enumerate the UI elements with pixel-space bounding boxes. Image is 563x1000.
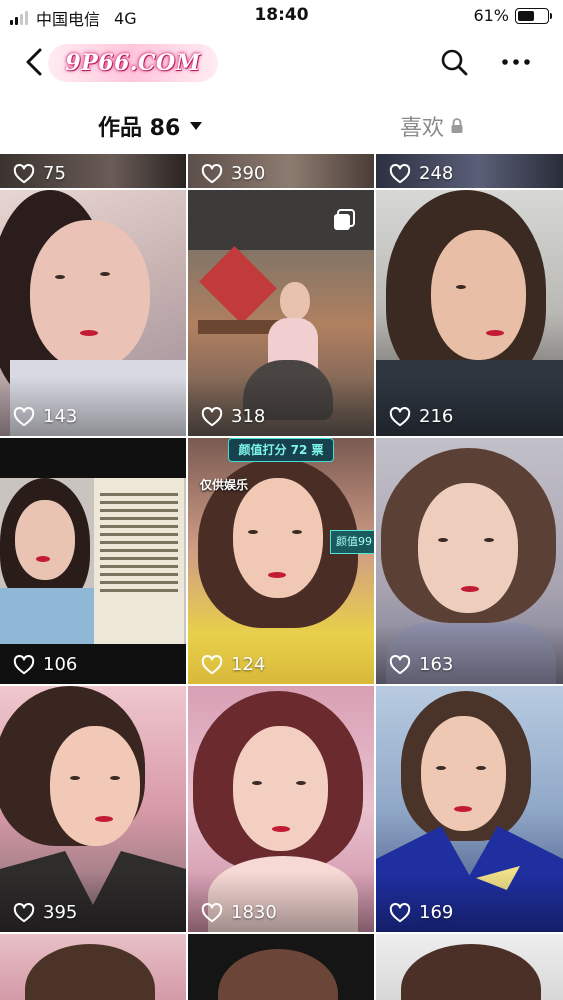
chevron-left-icon [26, 48, 42, 76]
tab-works-label: 作品 86 [98, 116, 181, 141]
status-bar: 中国电信 4G 18:40 61% [0, 0, 563, 32]
like-count: 395 [43, 902, 78, 923]
like-count: 1830 [231, 902, 277, 923]
score-banner-text: 颜值打分 72 票 [238, 443, 324, 457]
entertainment-tag-text: 仅供娱乐 [200, 478, 249, 492]
video-tile[interactable]: 216 [376, 190, 563, 436]
back-button[interactable] [18, 44, 52, 80]
like-count: 143 [43, 406, 78, 427]
battery-percent: 61% [473, 6, 509, 25]
video-tile[interactable]: 248 [376, 154, 563, 188]
side-score-text: 颜值99 [336, 535, 372, 548]
side-score: 颜值99 [330, 530, 374, 554]
video-tile[interactable] [376, 934, 563, 1000]
heart-outline-icon [389, 654, 411, 674]
like-count: 106 [43, 654, 78, 675]
video-tile[interactable]: 75 [0, 154, 186, 188]
heart-outline-icon [389, 406, 411, 426]
multi-image-icon [334, 209, 355, 230]
video-grid: 75 390 248 143 318 216 106 颜值打分 72 票 仅供娱… [0, 154, 563, 1000]
video-tile[interactable]: 1830 [188, 686, 374, 932]
tab-likes[interactable]: 喜欢 [400, 110, 464, 142]
video-tile[interactable]: 106 [0, 438, 186, 684]
like-count: 318 [231, 406, 266, 427]
score-banner: 颜值打分 72 票 [228, 438, 334, 462]
more-button[interactable] [500, 46, 532, 78]
video-tile[interactable] [188, 934, 374, 1000]
logo-text: 9P66.COM [65, 50, 201, 76]
search-icon [441, 49, 468, 76]
video-tile[interactable]: 163 [376, 438, 563, 684]
video-tile[interactable] [0, 934, 186, 1000]
watermark-logo: 9P66.COM [48, 44, 218, 82]
tab-works[interactable]: 作品 86 [98, 110, 203, 142]
entertainment-tag: 仅供娱乐 [200, 476, 248, 493]
battery-icon [515, 7, 552, 24]
like-count: 248 [419, 163, 454, 184]
heart-outline-icon [389, 902, 411, 922]
like-count: 124 [231, 654, 266, 675]
profile-tabs: 作品 86 喜欢 [0, 96, 563, 156]
video-tile[interactable]: 颜值打分 72 票 仅供娱乐 颜值99 124 [188, 438, 374, 684]
search-button[interactable] [438, 46, 470, 78]
heart-outline-icon [389, 163, 411, 183]
like-count: 75 [43, 163, 66, 184]
like-count: 169 [419, 902, 454, 923]
heart-outline-icon [201, 654, 223, 674]
video-tile[interactable]: 169 [376, 686, 563, 932]
more-dots-icon [502, 59, 530, 65]
caret-down-icon [190, 122, 203, 130]
like-count: 216 [419, 406, 454, 427]
heart-outline-icon [13, 406, 35, 426]
video-tile[interactable]: 143 [0, 190, 186, 436]
heart-outline-icon [13, 902, 35, 922]
video-tile[interactable]: 395 [0, 686, 186, 932]
nav-bar: 9P66.COM [0, 34, 563, 90]
tab-likes-label: 喜欢 [400, 116, 445, 141]
heart-outline-icon [201, 163, 223, 183]
heart-outline-icon [13, 654, 35, 674]
heart-outline-icon [201, 406, 223, 426]
lock-icon [451, 118, 463, 133]
video-tile[interactable]: 390 [188, 154, 374, 188]
heart-outline-icon [201, 902, 223, 922]
like-count: 163 [419, 654, 454, 675]
heart-outline-icon [13, 163, 35, 183]
video-tile[interactable]: 318 [188, 190, 374, 436]
like-count: 390 [231, 163, 266, 184]
